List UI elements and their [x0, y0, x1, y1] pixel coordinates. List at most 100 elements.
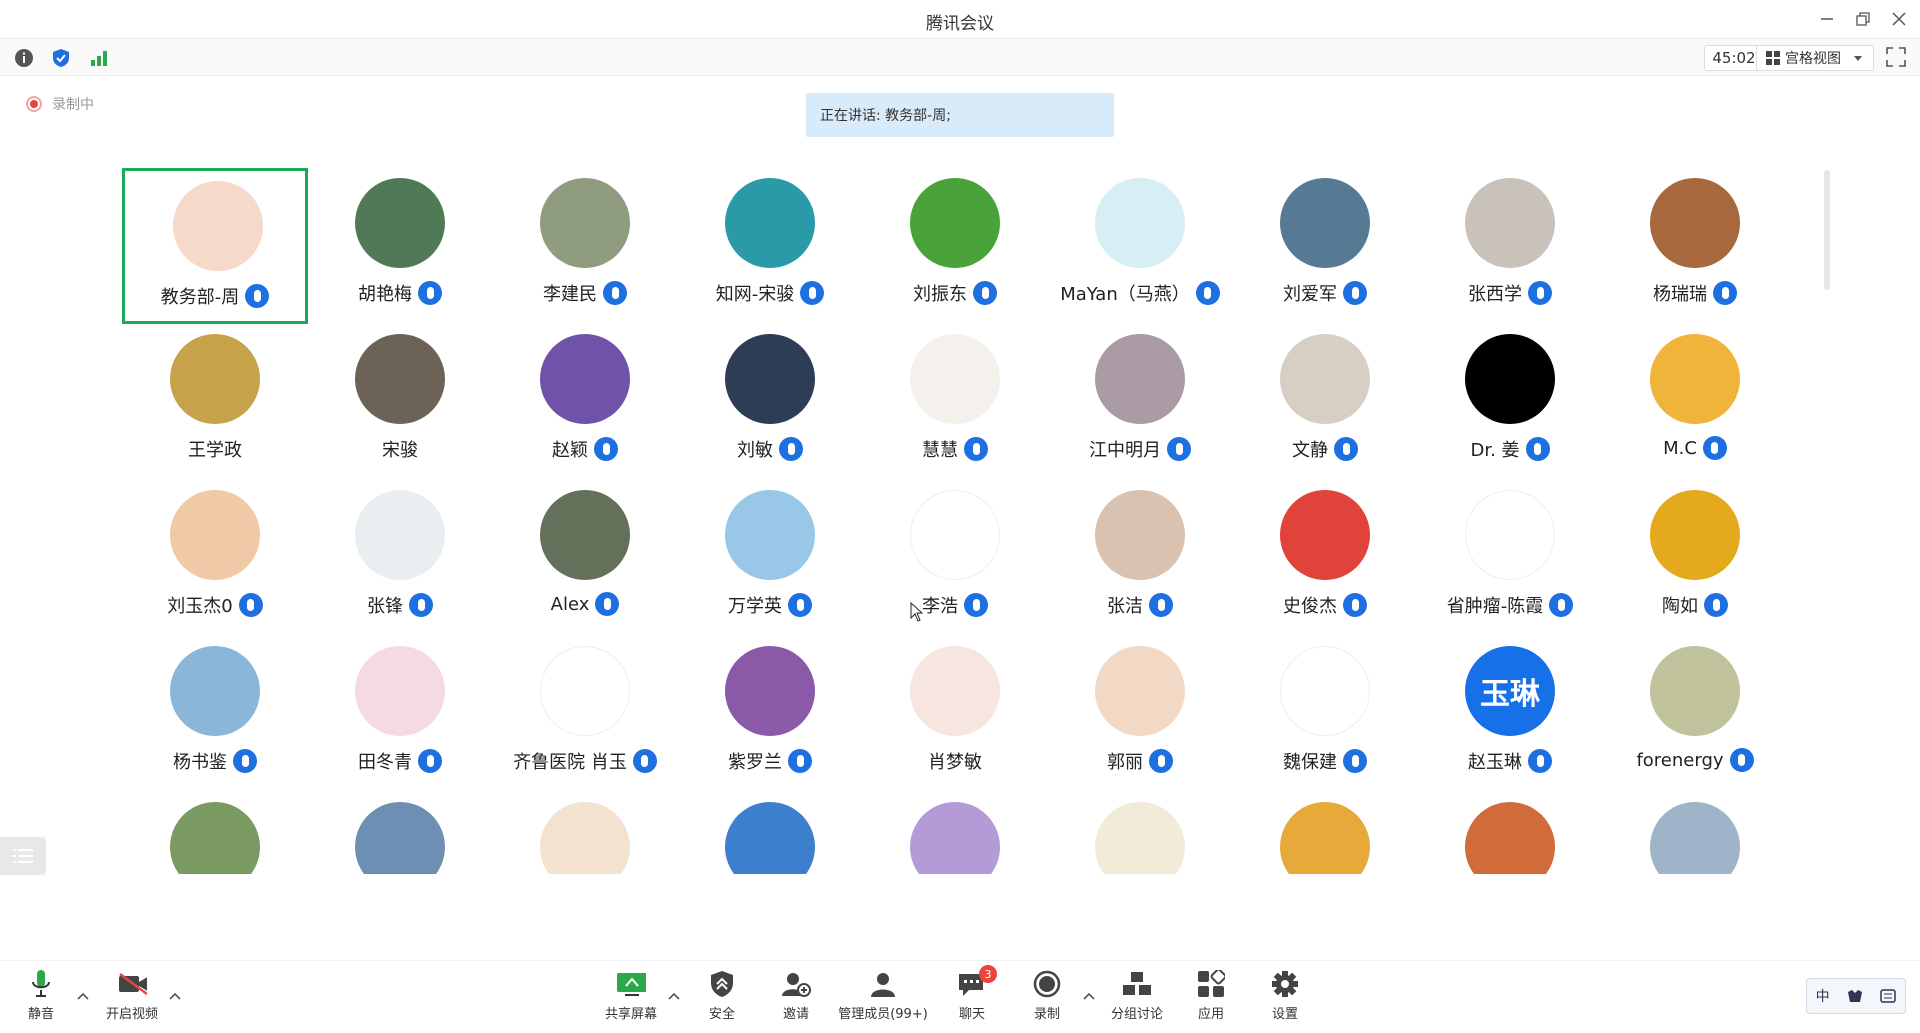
participant-tile[interactable]: 江中明月 — [1047, 324, 1233, 480]
microphone-icon — [603, 281, 627, 305]
participant-tile[interactable]: 张西学 — [1417, 168, 1603, 324]
participant-tile[interactable] — [1047, 792, 1233, 874]
participant-tile[interactable]: 慧慧 — [862, 324, 1048, 480]
participant-tile[interactable] — [1602, 792, 1782, 874]
record-icon — [1033, 970, 1061, 998]
view-mode-dropdown[interactable]: 宫格视图 — [1756, 45, 1874, 71]
ime-skin-icon[interactable] — [1847, 989, 1863, 1003]
participant-tile[interactable]: 张洁 — [1047, 480, 1233, 636]
grid-scrollbar[interactable] — [1824, 170, 1830, 290]
ime-toolbar[interactable]: 中 — [1806, 978, 1906, 1014]
participant-avatar — [540, 178, 630, 268]
participant-tile[interactable]: 赵颖 — [492, 324, 678, 480]
participant-name-row: M.C — [1602, 436, 1782, 460]
fullscreen-button[interactable] — [1886, 47, 1908, 69]
participant-tile[interactable]: 刘振东 — [862, 168, 1048, 324]
participant-tile[interactable]: 陶如 — [1602, 480, 1782, 636]
share-screen-button[interactable]: 共享屏幕 — [586, 969, 676, 1025]
participant-tile[interactable]: 万学英 — [677, 480, 863, 636]
restore-icon — [1856, 12, 1870, 26]
participant-tile[interactable]: 张锋 — [307, 480, 493, 636]
settings-button[interactable]: 设置 — [1240, 969, 1330, 1025]
participant-tile[interactable] — [677, 792, 863, 874]
participant-tile[interactable]: 刘敏 — [677, 324, 863, 480]
participant-avatar — [1280, 646, 1370, 736]
security-shield-button[interactable] — [50, 47, 72, 69]
participant-list-toggle[interactable] — [0, 837, 46, 875]
window-title: 腾讯会议 — [926, 14, 994, 34]
participant-name: 胡艳梅 — [358, 284, 412, 305]
participant-tile[interactable]: 杨瑞瑞 — [1602, 168, 1782, 324]
participant-tile[interactable]: 文静 — [1232, 324, 1418, 480]
restore-button[interactable] — [1850, 6, 1876, 32]
participant-tile[interactable]: 知网-宋骏 — [677, 168, 863, 324]
participant-name-row: 教务部-周 — [125, 283, 305, 309]
participant-tile[interactable]: M.C — [1602, 324, 1782, 480]
participant-tile[interactable]: 紫罗兰 — [677, 636, 863, 792]
participant-avatar — [170, 334, 260, 424]
participant-tile[interactable]: 肖梦敏 — [862, 636, 1048, 792]
manage-members-button[interactable]: 管理成员(99+) — [838, 969, 928, 1025]
participant-name-row: 史俊杰 — [1232, 592, 1418, 618]
participant-tile[interactable] — [122, 792, 308, 874]
participant-tile[interactable]: 田冬青 — [307, 636, 493, 792]
microphone-icon — [1528, 281, 1552, 305]
participant-tile[interactable]: MaYan（马燕） — [1047, 168, 1233, 324]
microphone-icon — [595, 592, 620, 616]
minimize-button[interactable] — [1814, 6, 1840, 32]
participant-tile[interactable] — [307, 792, 493, 874]
participant-tile[interactable]: Alex — [492, 480, 678, 636]
participant-tile[interactable] — [862, 792, 1048, 874]
participant-tile[interactable]: 齐鲁医院 肖玉 — [492, 636, 678, 792]
participant-avatar — [1280, 802, 1370, 874]
participant-tile[interactable]: forenergy — [1602, 636, 1782, 792]
participant-tile[interactable]: 史俊杰 — [1232, 480, 1418, 636]
info-button[interactable] — [13, 47, 35, 69]
share-screen-icon — [617, 973, 646, 996]
participant-tile[interactable]: 宋骏 — [307, 324, 493, 480]
participant-tile[interactable]: 教务部-周 — [122, 168, 308, 324]
participant-tile[interactable]: 省肿瘤-陈霞 — [1417, 480, 1603, 636]
invite-button[interactable]: 邀请 — [751, 969, 841, 1025]
ime-mode[interactable]: 中 — [1816, 986, 1830, 1006]
participant-avatar — [355, 802, 445, 874]
participant-avatar — [170, 490, 260, 580]
microphone-icon — [418, 281, 442, 305]
participant-name: M.C — [1663, 437, 1697, 459]
participant-tile[interactable]: Dr. 姜 — [1417, 324, 1603, 480]
start-video-button[interactable]: 开启视频 — [87, 969, 177, 1025]
close-button[interactable] — [1886, 6, 1912, 32]
participant-tile[interactable]: 胡艳梅 — [307, 168, 493, 324]
participant-tile[interactable]: 刘玉杰0 — [122, 480, 308, 636]
ime-settings-icon[interactable] — [1880, 989, 1897, 1003]
participant-avatar — [910, 490, 1000, 580]
participant-tile[interactable]: 杨书鉴 — [122, 636, 308, 792]
participant-tile[interactable]: 郭丽 — [1047, 636, 1233, 792]
participant-tile[interactable] — [1232, 792, 1418, 874]
chevron-up-icon — [169, 992, 181, 1000]
participant-name: 史俊杰 — [1283, 596, 1337, 617]
participant-tile[interactable]: 李建民 — [492, 168, 678, 324]
participant-tile[interactable]: 王学政 — [122, 324, 308, 480]
network-status-button[interactable] — [88, 47, 110, 69]
recording-indicator[interactable]: 录制中 — [26, 94, 94, 114]
participant-name: 刘爱军 — [1283, 284, 1337, 305]
microphone-icon — [1525, 437, 1550, 461]
participant-tile[interactable] — [1417, 792, 1603, 874]
video-options-caret[interactable] — [168, 989, 182, 1003]
participant-avatar — [355, 178, 445, 268]
participant-avatar — [1280, 490, 1370, 580]
participant-avatar — [355, 490, 445, 580]
participant-tile[interactable]: 玉琳 赵玉琳 — [1417, 636, 1603, 792]
participant-name: MaYan（马燕） — [1060, 284, 1190, 305]
share-screen-label: 共享屏幕 — [604, 1007, 657, 1022]
participant-tile[interactable]: 李浩 — [862, 480, 1048, 636]
participant-name: 知网-宋骏 — [715, 284, 795, 305]
close-icon — [1892, 12, 1906, 26]
participant-name: 刘玉杰0 — [167, 596, 233, 617]
participant-tile[interactable] — [492, 792, 678, 874]
participant-tile[interactable]: 刘爱军 — [1232, 168, 1418, 324]
participant-tile[interactable]: 魏保建 — [1232, 636, 1418, 792]
mute-button[interactable]: 静音 — [0, 969, 86, 1025]
record-button[interactable]: 录制 — [1002, 969, 1092, 1025]
